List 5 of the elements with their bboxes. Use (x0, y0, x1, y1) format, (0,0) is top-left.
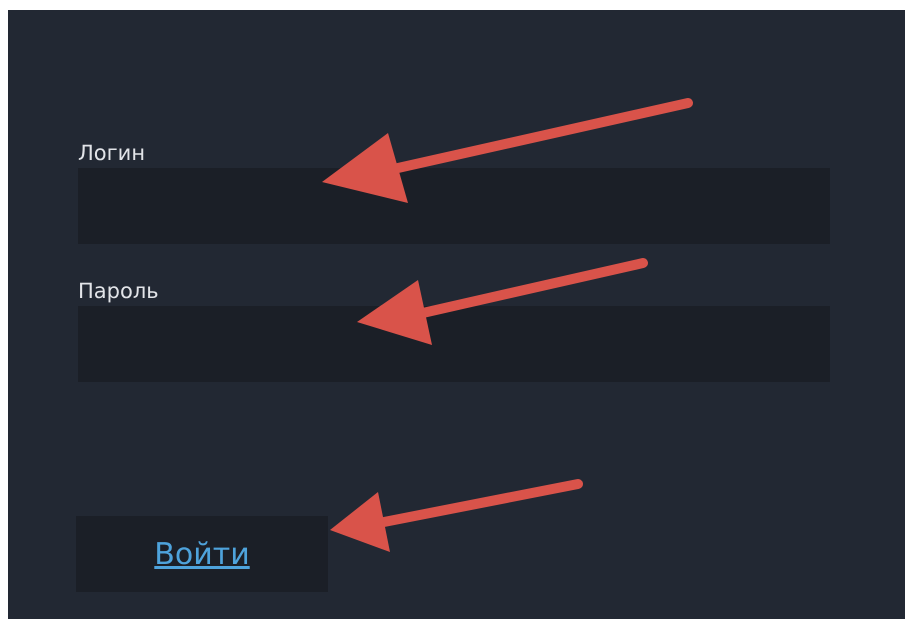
field-label: Пароль (78, 278, 159, 304)
field-label: Логин (78, 140, 146, 166)
input-field[interactable] (78, 168, 830, 244)
login-button[interactable]: Войти (76, 516, 328, 592)
input-field[interactable] (78, 306, 830, 382)
